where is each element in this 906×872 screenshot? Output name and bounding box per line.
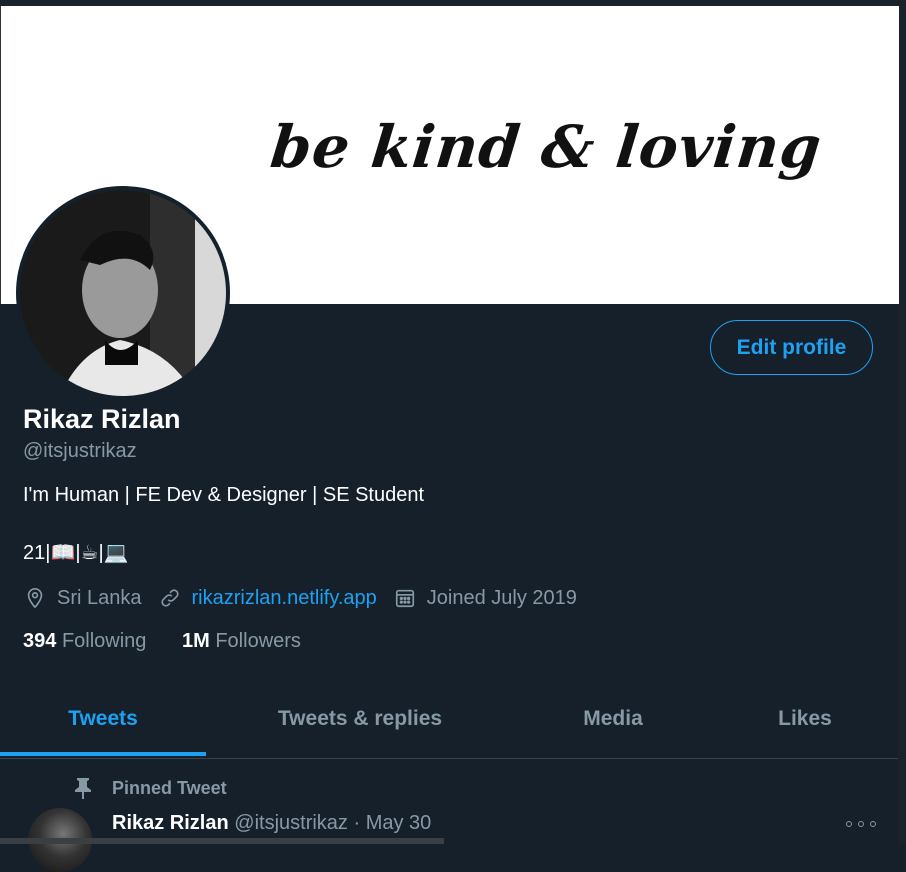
tab-tweets-replies[interactable]: Tweets & replies [206, 680, 514, 757]
profile-bio-line2: 21|📖|☕|💻 [23, 542, 129, 564]
followers-label: Followers [215, 630, 301, 652]
tweet-author-name[interactable]: Rikaz Rizlan [112, 812, 229, 834]
following-label: Following [61, 630, 147, 652]
tab-tweets[interactable]: Tweets [0, 680, 206, 757]
tab-likes[interactable]: Likes [712, 680, 898, 757]
edit-profile-button[interactable]: Edit profile [710, 320, 873, 375]
pinned-tweet-label: Pinned Tweet [70, 775, 227, 801]
horizontal-scrollbar[interactable] [0, 838, 444, 844]
calendar-icon [393, 586, 417, 610]
profile-handle: @itsjustrikaz [23, 440, 137, 462]
profile-bio-line1: I'm Human | FE Dev & Designer | SE Stude… [23, 484, 425, 506]
profile-website-link[interactable]: rikazrizlan.netlify.app [192, 587, 377, 610]
followers-stat[interactable]: 1M Followers [182, 630, 301, 652]
active-tab-indicator [0, 752, 206, 756]
profile-stats: 394 Following 1M Followers [23, 630, 301, 653]
tweet-separator: · [353, 812, 361, 834]
profile-avatar[interactable] [16, 186, 230, 400]
profile-joined: Joined July 2019 [426, 586, 577, 609]
profile-meta: Sri Lanka rikazrizlan.netlify.app Joined… [23, 586, 577, 610]
link-icon [158, 586, 182, 610]
tab-media[interactable]: Media [514, 680, 712, 757]
followers-count: 1M [181, 630, 210, 652]
following-count: 394 [23, 630, 57, 652]
location-icon [23, 586, 47, 610]
pin-icon [70, 775, 96, 801]
avatar-photo [20, 190, 226, 396]
window-right-edge [898, 0, 906, 844]
tweet-author-handle: @itsjustrikaz [234, 812, 348, 834]
tweet-date[interactable]: May 30 [366, 812, 432, 834]
profile-location: Sri Lanka [57, 586, 142, 609]
pinned-label-text: Pinned Tweet [112, 777, 227, 798]
following-stat[interactable]: 394 Following [23, 630, 146, 652]
tweet-header: Rikaz Rizlan @itsjustrikaz · May 30 [112, 812, 431, 835]
profile-name: Rikaz Rizlan [23, 404, 181, 434]
profile-tabs: Tweets Tweets & replies Media Likes [0, 680, 898, 759]
more-icon[interactable] [846, 814, 876, 834]
banner-text: be kind & loving [267, 113, 826, 181]
